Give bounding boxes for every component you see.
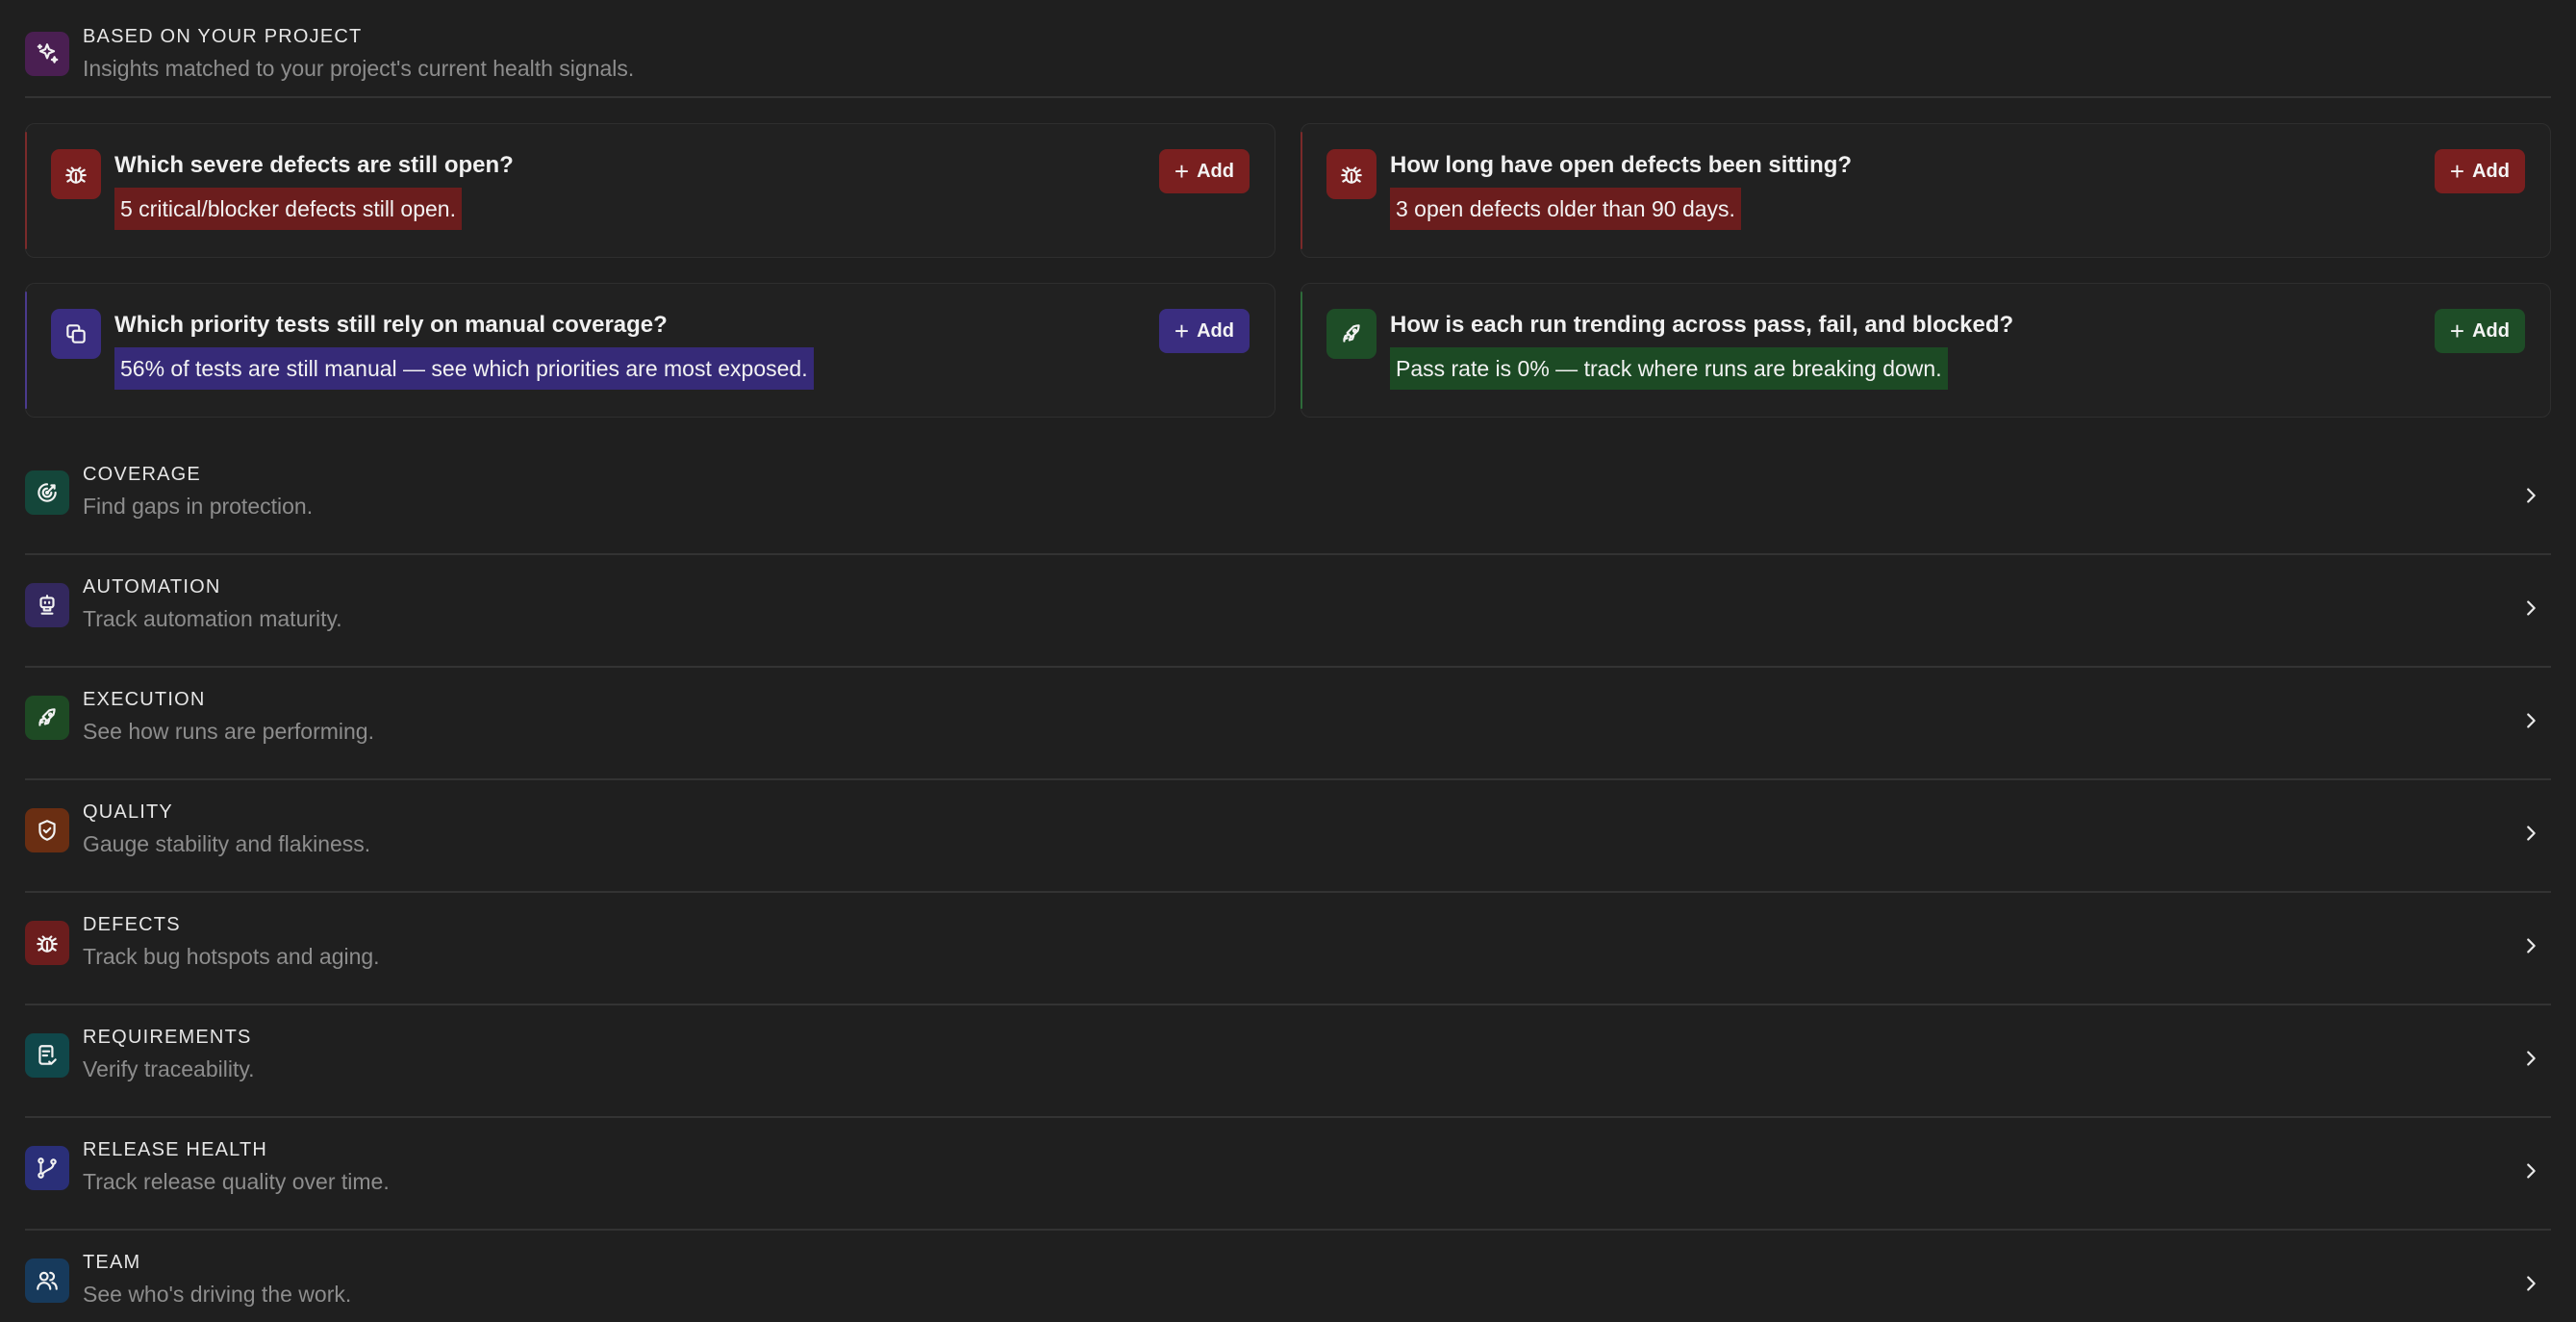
- target-icon: [25, 470, 69, 515]
- rocket-icon: [1326, 309, 1376, 359]
- category-row-quality[interactable]: QUALITY Gauge stability and flakiness.: [25, 780, 2551, 893]
- card-signal: Pass rate is 0% — track where runs are b…: [1390, 347, 1948, 390]
- category-title: QUALITY: [83, 801, 173, 823]
- category-subtitle: Track bug hotspots and aging.: [83, 944, 380, 969]
- section-eyebrow: BASED ON YOUR PROJECT: [83, 26, 363, 47]
- chevron-right-icon: [2520, 823, 2541, 844]
- bug-icon: [25, 921, 69, 965]
- add-button[interactable]: + Add: [1158, 309, 1250, 353]
- suggestion-cards: Which severe defects are still open? 5 c…: [25, 123, 2551, 418]
- rocket-icon: [25, 696, 69, 740]
- copy-icon: [51, 309, 101, 359]
- category-title: DEFECTS: [83, 914, 181, 935]
- category-row-execution[interactable]: EXECUTION See how runs are performing.: [25, 668, 2551, 780]
- chevron-right-icon: [2520, 1160, 2541, 1182]
- chevron-right-icon: [2520, 485, 2541, 506]
- chevron-right-icon: [2520, 935, 2541, 956]
- category-title: AUTOMATION: [83, 576, 221, 597]
- category-subtitle: See who's driving the work.: [83, 1282, 352, 1307]
- category-subtitle: Verify traceability.: [83, 1056, 255, 1081]
- category-subtitle: Track automation maturity.: [83, 606, 342, 631]
- plus-icon: +: [1174, 157, 1190, 186]
- suggestion-card-defect-aging: How long have open defects been sitting?…: [1301, 123, 2551, 258]
- category-row-coverage[interactable]: COVERAGE Find gaps in protection.: [25, 443, 2551, 555]
- suggestion-card-manual-coverage: Which priority tests still rely on manua…: [25, 283, 1275, 418]
- card-title: How is each run trending across pass, fa…: [1390, 312, 2014, 338]
- add-button[interactable]: + Add: [1158, 149, 1250, 193]
- plus-icon: +: [1174, 317, 1190, 345]
- add-button[interactable]: + Add: [2434, 149, 2525, 193]
- suggestion-card-severe-defects: Which severe defects are still open? 5 c…: [25, 123, 1275, 258]
- robot-icon: [25, 583, 69, 627]
- shield-icon: [25, 808, 69, 852]
- clipboard-check-icon: [25, 1033, 69, 1078]
- category-row-requirements[interactable]: REQUIREMENTS Verify traceability.: [25, 1005, 2551, 1118]
- add-button[interactable]: + Add: [2434, 309, 2525, 353]
- category-title: EXECUTION: [83, 689, 206, 710]
- bug-icon: [1326, 149, 1376, 199]
- plus-icon: +: [2449, 157, 2465, 186]
- category-subtitle: Gauge stability and flakiness.: [83, 831, 371, 856]
- category-row-release-health[interactable]: RELEASE HEALTH Track release quality ove…: [25, 1118, 2551, 1231]
- git-branch-icon: [25, 1146, 69, 1190]
- category-row-team[interactable]: TEAM See who's driving the work.: [25, 1231, 2551, 1322]
- chevron-right-icon: [2520, 1273, 2541, 1294]
- card-title: Which severe defects are still open?: [114, 152, 514, 178]
- suggestion-card-run-trend: How is each run trending across pass, fa…: [1301, 283, 2551, 418]
- category-title: REQUIREMENTS: [83, 1027, 252, 1048]
- card-signal: 56% of tests are still manual — see whic…: [114, 347, 814, 390]
- card-signal: 3 open defects older than 90 days.: [1390, 188, 1741, 230]
- plus-icon: +: [2449, 317, 2465, 345]
- category-title: RELEASE HEALTH: [83, 1139, 268, 1160]
- chevron-right-icon: [2520, 710, 2541, 731]
- category-list: COVERAGE Find gaps in protection. AUTOMA…: [25, 443, 2551, 1322]
- category-subtitle: See how runs are performing.: [83, 719, 374, 744]
- users-icon: [25, 1258, 69, 1303]
- section-subtitle: Insights matched to your project's curre…: [83, 56, 635, 81]
- chevron-right-icon: [2520, 597, 2541, 619]
- sparkles-icon: [25, 32, 69, 76]
- category-title: COVERAGE: [83, 464, 201, 485]
- bug-icon: [51, 149, 101, 199]
- card-title: How long have open defects been sitting?: [1390, 152, 1853, 178]
- chevron-right-icon: [2520, 1048, 2541, 1069]
- category-subtitle: Track release quality over time.: [83, 1169, 390, 1194]
- card-signal: 5 critical/blocker defects still open.: [114, 188, 462, 230]
- card-title: Which priority tests still rely on manua…: [114, 312, 668, 338]
- recommended-header: BASED ON YOUR PROJECT Insights matched t…: [25, 0, 2551, 98]
- insights-page: BASED ON YOUR PROJECT Insights matched t…: [0, 0, 2576, 1322]
- category-title: TEAM: [83, 1252, 141, 1273]
- category-row-defects[interactable]: DEFECTS Track bug hotspots and aging.: [25, 893, 2551, 1005]
- category-row-automation[interactable]: AUTOMATION Track automation maturity.: [25, 555, 2551, 668]
- category-subtitle: Find gaps in protection.: [83, 494, 314, 519]
